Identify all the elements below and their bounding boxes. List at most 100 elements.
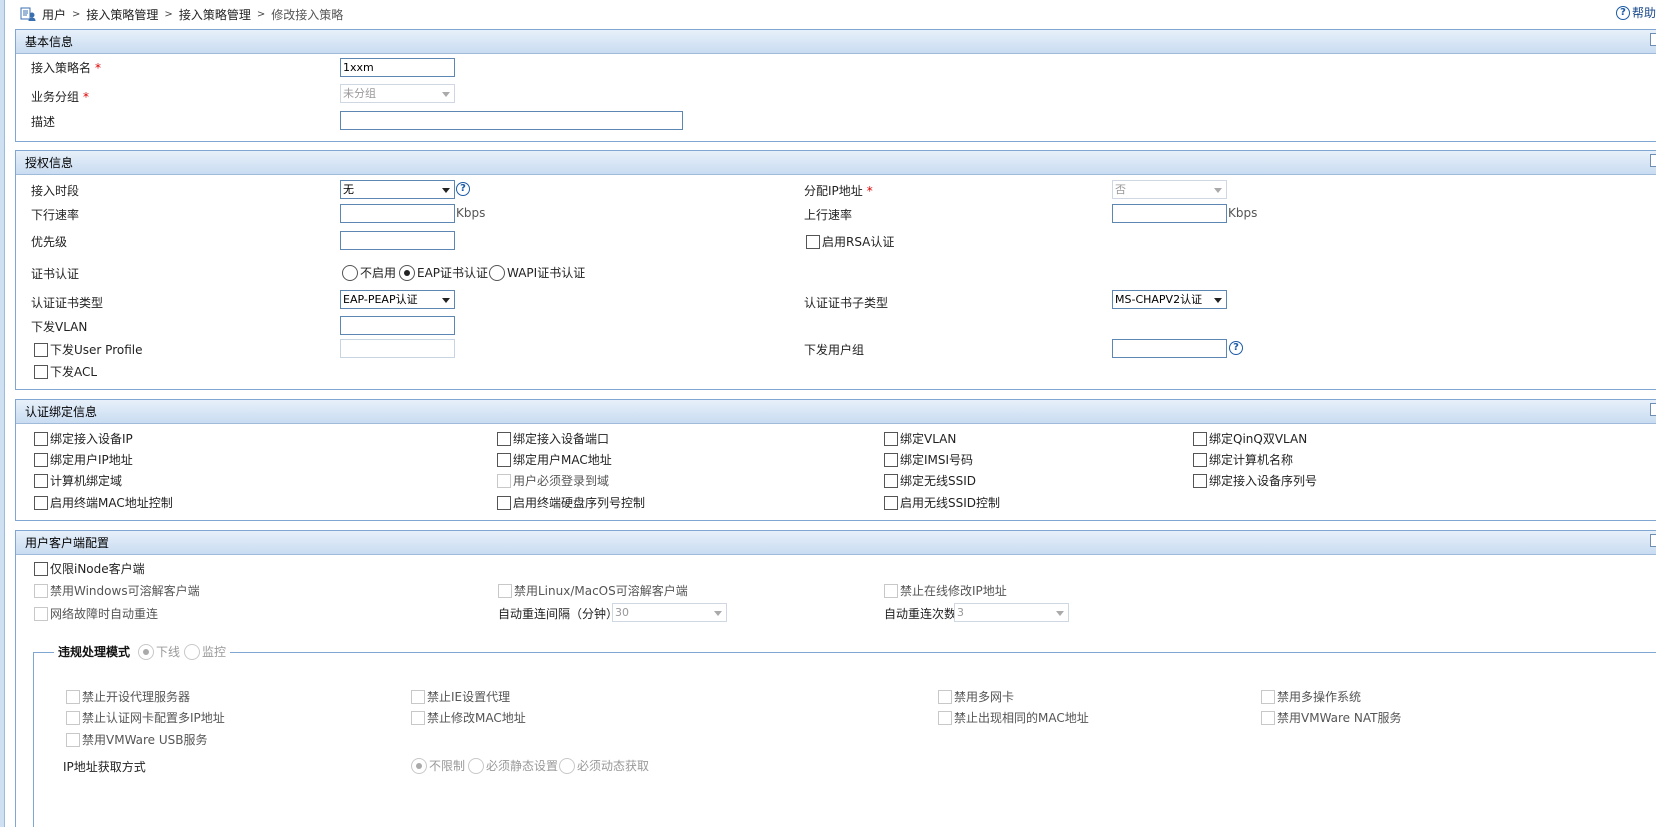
- access-time-select[interactable]: 无: [340, 180, 455, 199]
- forbid-modify-ip-checkbox: 禁止在线修改IP地址: [884, 582, 1007, 599]
- reconnect-times-label: 自动重连次数: [884, 607, 957, 621]
- forbid-linux-client-checkbox: 禁用Linux/MacOS可溶解客户端: [498, 582, 688, 599]
- reconnect-interval-label: 自动重连间隔（分钟）: [498, 607, 619, 621]
- assign-ip-select: 否: [1112, 180, 1227, 199]
- user-group-input[interactable]: [1112, 339, 1227, 358]
- basic-info-title: 基本信息: [25, 35, 74, 49]
- cert-auth-radio-wapi[interactable]: WAPI证书认证: [489, 264, 585, 281]
- help-icon[interactable]: ?: [1229, 341, 1243, 355]
- collapse-toggle-icon[interactable]: [1650, 534, 1656, 547]
- bind-imsi-checkbox[interactable]: 绑定IMSI号码: [884, 451, 973, 468]
- chevron-down-icon: [442, 92, 450, 97]
- cert-auth-radio-disabled[interactable]: 不启用: [342, 264, 396, 281]
- policy-name-label: 接入策略名 *: [31, 61, 102, 75]
- help-link[interactable]: ? 帮助: [1615, 4, 1656, 21]
- bind-ssid-checkbox[interactable]: 绑定无线SSID: [884, 472, 976, 489]
- issue-acl-checkbox[interactable]: 下发ACL: [34, 363, 97, 380]
- reconnect-interval-select: 30: [612, 603, 727, 622]
- bind-info-header[interactable]: 认证绑定信息: [16, 400, 1656, 424]
- forbid-duplicate-mac-checkbox: 禁止出现相同的MAC地址: [938, 709, 1089, 726]
- uplink-rate-unit: Kbps: [1228, 206, 1258, 220]
- basic-info-panel: 基本信息: [15, 29, 1656, 142]
- collapse-toggle-icon[interactable]: [1650, 33, 1656, 46]
- bind-vlan-checkbox[interactable]: 绑定VLAN: [884, 430, 956, 447]
- forbid-vmware-usb-checkbox: 禁用VMWare USB服务: [66, 731, 208, 748]
- terminal-mac-control-checkbox[interactable]: 启用终端MAC地址控制: [34, 494, 173, 511]
- breadcrumb-sep: >: [164, 8, 173, 20]
- bind-computer-domain-checkbox[interactable]: 计算机绑定域: [34, 472, 122, 489]
- business-group-select: 未分组: [340, 84, 455, 103]
- violation-legend: 违规处理模式 下线 监控: [54, 643, 231, 660]
- violation-title: 违规处理模式: [58, 645, 131, 659]
- downlink-rate-label: 下行速率: [31, 208, 80, 222]
- forbid-modify-mac-checkbox: 禁止修改MAC地址: [411, 709, 526, 726]
- chevron-down-icon: [714, 611, 722, 616]
- issue-vlan-input[interactable]: [340, 316, 455, 335]
- forbid-ie-proxy-checkbox: 禁止IE设置代理: [411, 688, 510, 705]
- forbid-multi-ip-checkbox: 禁止认证网卡配置多IP地址: [66, 709, 225, 726]
- auth-info-title: 授权信息: [25, 156, 74, 170]
- user-profile-input: [340, 339, 455, 358]
- bind-info-panel: 认证绑定信息: [15, 399, 1656, 521]
- help-icon: ?: [1615, 5, 1630, 20]
- issue-user-profile-checkbox[interactable]: 下发User Profile: [34, 341, 142, 358]
- cert-subtype-label: 认证证书子类型: [804, 296, 889, 310]
- chevron-down-icon: [1214, 188, 1222, 193]
- client-config-title: 用户客户端配置: [25, 536, 110, 550]
- inode-only-checkbox[interactable]: 仅限iNode客户端: [34, 560, 145, 577]
- bind-computer-name-checkbox[interactable]: 绑定计算机名称: [1193, 451, 1293, 468]
- client-config-header[interactable]: 用户客户端配置: [16, 531, 1656, 555]
- downlink-rate-input[interactable]: [340, 204, 455, 223]
- description-input[interactable]: [340, 111, 683, 130]
- bind-device-ip-checkbox[interactable]: 绑定接入设备IP: [34, 430, 133, 447]
- collapse-toggle-icon[interactable]: [1650, 403, 1656, 416]
- ip-mode-radio-dynamic: 必须动态获取: [559, 757, 649, 774]
- cert-subtype-select[interactable]: MS-CHAPV2认证: [1112, 290, 1227, 309]
- breadcrumb: 用户 > 接入策略管理 > 接入策略管理 > 修改接入策略: [20, 4, 343, 24]
- bind-qinq-checkbox[interactable]: 绑定QinQ双VLAN: [1193, 430, 1307, 447]
- chevron-down-icon: [442, 188, 450, 193]
- bind-user-ip-checkbox[interactable]: 绑定用户IP地址: [34, 451, 133, 468]
- violation-fieldset: [33, 652, 1656, 827]
- forbid-vmware-nat-checkbox: 禁用VMWare NAT服务: [1261, 709, 1401, 726]
- ip-mode-radio-unlimited: 不限制: [411, 757, 465, 774]
- violation-radio-offline: 下线: [138, 643, 180, 660]
- ip-mode-label: IP地址获取方式: [63, 760, 146, 774]
- uplink-rate-input[interactable]: [1112, 204, 1227, 223]
- auth-info-header[interactable]: 授权信息: [16, 151, 1656, 175]
- bind-device-serial-checkbox[interactable]: 绑定接入设备序列号: [1193, 472, 1317, 489]
- breadcrumb-user[interactable]: 用户: [42, 6, 66, 23]
- terminal-disk-serial-checkbox[interactable]: 启用终端硬盘序列号控制: [497, 494, 645, 511]
- chevron-down-icon: [1056, 611, 1064, 616]
- downlink-rate-unit: Kbps: [456, 206, 486, 220]
- reconnect-times-select: 3: [954, 603, 1069, 622]
- assign-ip-label: 分配IP地址 *: [804, 184, 873, 198]
- priority-label: 优先级: [31, 235, 68, 249]
- cert-type-select[interactable]: EAP-PEAP认证: [340, 290, 455, 309]
- chevron-down-icon: [442, 298, 450, 303]
- bind-device-port-checkbox[interactable]: 绑定接入设备端口: [497, 430, 609, 447]
- left-frame-edge: [0, 0, 5, 827]
- business-group-label: 业务分组 *: [31, 90, 90, 104]
- chevron-down-icon: [1214, 298, 1222, 303]
- bind-info-title: 认证绑定信息: [25, 405, 98, 419]
- breadcrumb-current: 修改接入策略: [271, 7, 344, 22]
- bind-user-mac-checkbox[interactable]: 绑定用户MAC地址: [497, 451, 612, 468]
- policy-name-input[interactable]: 1xxm: [340, 58, 455, 77]
- wireless-ssid-control-checkbox[interactable]: 启用无线SSID控制: [884, 494, 1000, 511]
- cert-auth-radio-eap[interactable]: EAP证书认证: [399, 264, 488, 281]
- help-icon[interactable]: ?: [456, 182, 470, 196]
- forbid-proxy-server-checkbox: 禁止开设代理服务器: [66, 688, 190, 705]
- cert-auth-label: 证书认证: [31, 267, 80, 281]
- breadcrumb-access-policy-mgmt-2[interactable]: 接入策略管理: [179, 6, 251, 23]
- breadcrumb-access-policy-mgmt[interactable]: 接入策略管理: [86, 6, 158, 23]
- cert-type-label: 认证证书类型: [31, 296, 104, 310]
- collapse-toggle-icon[interactable]: [1650, 154, 1656, 167]
- help-label: 帮助: [1631, 6, 1656, 20]
- rsa-auth-checkbox[interactable]: 启用RSA认证: [806, 233, 894, 250]
- basic-info-header[interactable]: 基本信息: [16, 30, 1656, 54]
- user-policy-icon: [20, 7, 36, 21]
- forbid-multi-os-checkbox: 禁用多操作系统: [1261, 688, 1361, 705]
- ip-mode-radio-static: 必须静态设置: [468, 757, 558, 774]
- priority-input[interactable]: [340, 231, 455, 250]
